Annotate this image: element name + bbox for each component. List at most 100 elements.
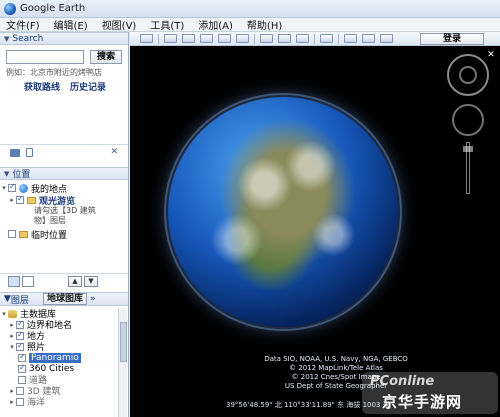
- layer-360-cities[interactable]: 360 Cities: [0, 363, 118, 374]
- search-header-label: Search: [12, 33, 44, 44]
- compass-icon[interactable]: [459, 66, 477, 84]
- tree-item-label: 临时位置: [31, 230, 68, 241]
- double-chevron-icon[interactable]: »: [90, 294, 96, 304]
- layer-ocean[interactable]: ▸ 海洋: [0, 396, 118, 408]
- menu-file[interactable]: 文件(F): [6, 17, 40, 32]
- layer-panoramio[interactable]: Panoramio: [0, 352, 118, 363]
- close-icon[interactable]: ✕: [110, 147, 118, 157]
- collapse-icon[interactable]: ▾: [0, 310, 8, 318]
- places-tree: ▾ 我的地点 ▸ 观光游览 请勾选【3D 建筑 物】图层 临时位置: [0, 182, 128, 241]
- record-tour-icon[interactable]: [236, 34, 249, 43]
- checkbox[interactable]: [18, 352, 26, 362]
- menu-bar: 文件(F) 编辑(E) 视图(V) 工具(T) 添加(A) 帮助(H): [0, 18, 500, 32]
- menu-tools[interactable]: 工具(T): [150, 17, 184, 32]
- expand-icon[interactable]: ▸: [8, 321, 16, 329]
- search-example-text: 例如：北京市附近的烤鸭店: [6, 68, 102, 77]
- checkbox[interactable]: [16, 397, 24, 406]
- checkbox[interactable]: [18, 375, 26, 384]
- main-toolbar: 登录: [130, 32, 500, 46]
- image-overlay-icon[interactable]: [218, 34, 231, 43]
- watermark-logo-text: PConline: [370, 374, 435, 389]
- checkbox[interactable]: [16, 319, 24, 329]
- collapse-icon[interactable]: ▾: [0, 184, 8, 192]
- layer-photos[interactable]: ▾ 照片: [0, 341, 118, 354]
- places-header-label: 位置: [12, 170, 31, 180]
- checkbox[interactable]: [16, 194, 24, 204]
- polygon-icon[interactable]: [182, 34, 195, 43]
- window-title: Google Earth: [20, 3, 86, 14]
- checkbox[interactable]: [16, 330, 24, 340]
- earth-gallery-button[interactable]: 地球图库: [42, 293, 87, 305]
- earth-3d-view[interactable]: ✕ Data SIO, NOAA, U.S. Navy, NGA, GEBCO …: [130, 46, 500, 417]
- layer-borders-labels[interactable]: ▸ 边界和地名: [0, 319, 118, 332]
- checkbox[interactable]: [8, 182, 16, 192]
- search-input[interactable]: [6, 50, 84, 64]
- menu-view[interactable]: 视图(V): [102, 17, 137, 32]
- collapse-icon[interactable]: ▾: [8, 343, 16, 351]
- view-in-maps-icon[interactable]: [380, 34, 393, 43]
- layer-places[interactable]: ▸ 地方: [0, 330, 118, 343]
- history-link[interactable]: 历史记录: [70, 80, 106, 93]
- checkbox[interactable]: [18, 363, 26, 373]
- sidebar-toggle-icon[interactable]: [140, 34, 153, 43]
- view-toggle-icon[interactable]: [22, 276, 34, 287]
- sightseeing-note-line-1: 请勾选【3D 建筑: [34, 206, 96, 215]
- menu-add[interactable]: 添加(A): [198, 17, 233, 32]
- layer-label: 照片: [27, 343, 46, 353]
- checkbox[interactable]: [16, 341, 24, 351]
- expand-icon[interactable]: ▸: [8, 387, 16, 395]
- places-section-header[interactable]: ▼ 位置: [0, 167, 128, 180]
- checkbox[interactable]: [16, 386, 24, 395]
- document-icon[interactable]: [26, 148, 33, 157]
- tree-item-temporary-places[interactable]: 临时位置: [0, 228, 128, 241]
- email-icon[interactable]: [344, 34, 357, 43]
- historical-imagery-icon[interactable]: [260, 34, 273, 43]
- search-section-header[interactable]: ▼ Search: [0, 32, 128, 45]
- layers-header-label: 图层: [10, 295, 29, 306]
- tree-item-sightseeing[interactable]: ▸ 观光游览: [0, 194, 128, 207]
- layer-label: 360 Cities: [29, 363, 75, 374]
- ruler-icon[interactable]: [320, 34, 333, 43]
- move-up-button[interactable]: ▲: [68, 276, 82, 287]
- earth-globe[interactable]: [168, 97, 398, 327]
- placemark-icon[interactable]: [164, 34, 177, 43]
- layers-tree: ▾ 主数据库 ▸ 边界和地名 ▸ 地方 ▾ 照片 Panoramio 360 C…: [0, 308, 118, 408]
- tree-item-my-places[interactable]: ▾ 我的地点: [0, 182, 128, 195]
- collapse-triangle-icon: ▼: [4, 169, 10, 178]
- print-icon[interactable]: [362, 34, 375, 43]
- attribution-line-1: Data SIO, NOAA, U.S. Navy, NGA, GEBCO: [264, 355, 408, 363]
- search-results-toolbar: ✕: [0, 144, 128, 160]
- search-button[interactable]: 搜索: [90, 50, 122, 64]
- move-down-button[interactable]: ▼: [84, 276, 98, 287]
- layers-section-header[interactable]: ▼ 图层 地球图库 »: [0, 292, 128, 306]
- layer-3d-buildings[interactable]: ▸ 3D 建筑: [0, 385, 118, 397]
- google-earth-app-icon: [4, 2, 16, 15]
- planets-icon[interactable]: [296, 34, 309, 43]
- folder-icon: [27, 196, 36, 204]
- path-icon[interactable]: [200, 34, 213, 43]
- search-icon[interactable]: [8, 276, 20, 287]
- layer-label: Panoramio: [29, 352, 81, 363]
- collapse-triangle-icon: ▼: [4, 294, 11, 304]
- sightseeing-note-line-2: 物】图层: [34, 216, 66, 225]
- expand-icon[interactable]: ▸: [8, 398, 16, 406]
- move-navigation-control[interactable]: [452, 104, 484, 136]
- collapse-triangle-icon: ▼: [4, 34, 10, 43]
- sunlight-icon[interactable]: [278, 34, 291, 43]
- expand-icon[interactable]: ▸: [8, 196, 16, 204]
- folder-icon: [19, 230, 28, 238]
- left-panel: ▼ Search 搜索 例如：北京市附近的烤鸭店 获取路线 历史记录 ✕ ▼ 位…: [0, 32, 129, 417]
- checkbox[interactable]: [8, 230, 16, 238]
- zoom-slider-knob[interactable]: [463, 146, 473, 152]
- close-icon[interactable]: ✕: [486, 50, 496, 60]
- title-bar: Google Earth: [0, 0, 500, 18]
- get-directions-link[interactable]: 获取路线: [24, 80, 60, 93]
- sign-in-button[interactable]: 登录: [420, 33, 484, 45]
- menu-help[interactable]: 帮助(H): [247, 17, 282, 32]
- database-icon: [8, 309, 17, 318]
- expand-icon[interactable]: ▸: [8, 332, 16, 340]
- scrollbar-thumb[interactable]: [120, 322, 127, 362]
- layers-scrollbar[interactable]: [118, 308, 127, 417]
- menu-edit[interactable]: 编辑(E): [54, 17, 88, 32]
- folder-view-icon[interactable]: [10, 148, 20, 157]
